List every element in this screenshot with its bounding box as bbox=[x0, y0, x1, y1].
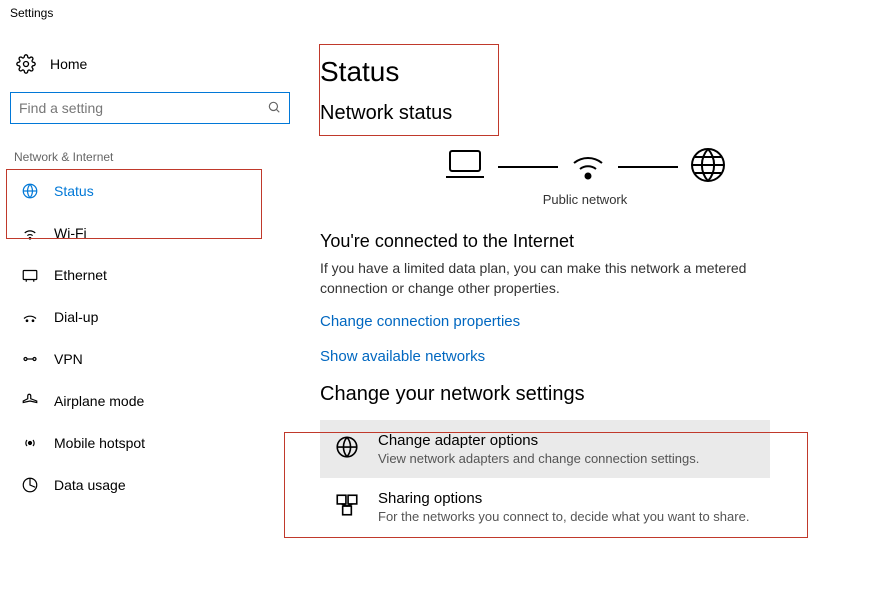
tile-title: Change adapter options bbox=[378, 432, 699, 449]
nav-home-label: Home bbox=[50, 56, 87, 72]
tile-sub: For the networks you connect to, decide … bbox=[378, 509, 749, 524]
nav-item-airplane[interactable]: Airplane mode bbox=[10, 380, 290, 422]
status-heading: You're connected to the Internet bbox=[320, 231, 850, 252]
nav-item-ethernet[interactable]: Ethernet bbox=[10, 254, 290, 296]
page-title: Status bbox=[320, 56, 850, 88]
status-desc: If you have a limited data plan, you can… bbox=[320, 258, 750, 299]
sidebar: Home Network & Internet Status bbox=[0, 26, 300, 536]
tile-adapter-options[interactable]: Change adapter options View network adap… bbox=[320, 420, 770, 478]
section-title: Network status bbox=[320, 102, 850, 125]
nav-item-datausage[interactable]: Data usage bbox=[10, 464, 290, 506]
category-label: Network & Internet bbox=[10, 146, 290, 170]
tile-sub: View network adapters and change connect… bbox=[378, 451, 699, 466]
nav-item-label: Data usage bbox=[54, 477, 126, 493]
nav-home[interactable]: Home bbox=[10, 48, 290, 80]
diagram-label: Public network bbox=[320, 192, 850, 207]
nav-item-label: VPN bbox=[54, 351, 83, 367]
nav-item-label: Wi-Fi bbox=[54, 225, 87, 241]
ethernet-icon bbox=[20, 266, 40, 284]
nav-item-vpn[interactable]: VPN bbox=[10, 338, 290, 380]
nav-item-label: Dial-up bbox=[54, 309, 98, 325]
nav-item-status[interactable]: Status bbox=[10, 170, 290, 212]
nav-item-label: Airplane mode bbox=[54, 393, 144, 409]
airplane-icon bbox=[20, 392, 40, 410]
tile-title: Sharing options bbox=[378, 490, 749, 507]
dialup-icon bbox=[20, 308, 40, 326]
nav-item-dialup[interactable]: Dial-up bbox=[10, 296, 290, 338]
sharing-icon bbox=[334, 490, 360, 518]
gear-icon bbox=[16, 54, 36, 74]
search-icon bbox=[267, 100, 281, 117]
link-show-networks[interactable]: Show available networks bbox=[320, 348, 850, 365]
diagram-line bbox=[498, 166, 558, 168]
link-change-props[interactable]: Change connection properties bbox=[320, 313, 850, 330]
search-input-container[interactable] bbox=[10, 92, 290, 124]
change-heading: Change your network settings bbox=[320, 383, 850, 406]
vpn-icon bbox=[20, 350, 40, 368]
nav-item-hotspot[interactable]: Mobile hotspot bbox=[10, 422, 290, 464]
globe-large-icon bbox=[688, 145, 728, 188]
diagram-line bbox=[618, 166, 678, 168]
adapter-icon bbox=[334, 432, 360, 460]
nav-item-wifi[interactable]: Wi-Fi bbox=[10, 212, 290, 254]
tile-sharing-options[interactable]: Sharing options For the networks you con… bbox=[320, 478, 770, 536]
window-title: Settings bbox=[0, 0, 890, 26]
main-panel: Status Network status bbox=[300, 26, 890, 536]
data-usage-icon bbox=[20, 476, 40, 494]
laptop-icon bbox=[442, 145, 488, 188]
nav-item-label: Mobile hotspot bbox=[54, 435, 145, 451]
hotspot-icon bbox=[20, 434, 40, 452]
wifi-icon bbox=[20, 224, 40, 242]
nav-item-label: Status bbox=[54, 183, 94, 199]
wifi-large-icon bbox=[568, 145, 608, 188]
globe-icon bbox=[20, 182, 40, 200]
network-diagram bbox=[320, 145, 850, 188]
nav-item-label: Ethernet bbox=[54, 267, 107, 283]
search-input[interactable] bbox=[19, 100, 267, 116]
